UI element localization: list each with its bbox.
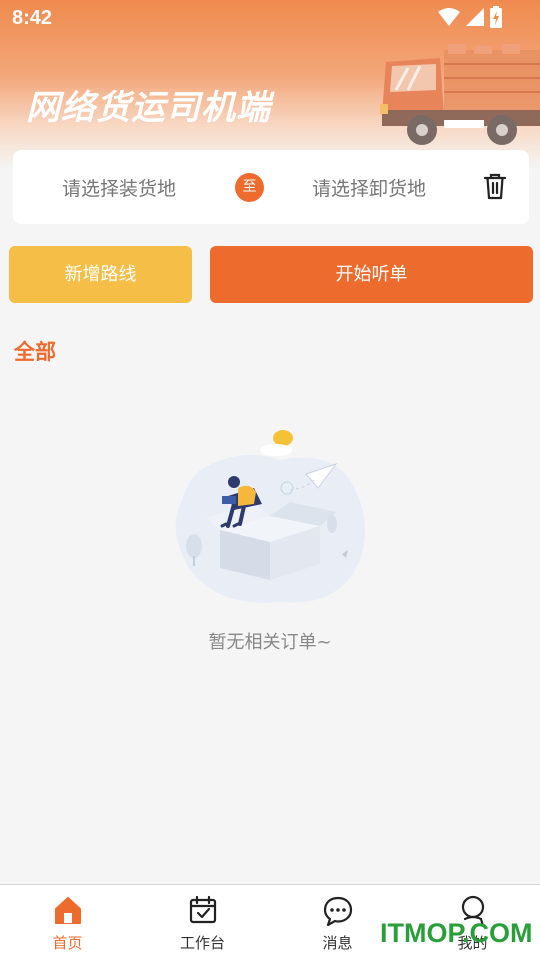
battery-icon	[490, 6, 502, 28]
nav-label-workbench: 工作台	[179, 934, 225, 952]
nav-item-workbench[interactable]: 工作台	[135, 885, 270, 960]
route-separator: 至	[235, 173, 264, 202]
wifi-icon	[438, 8, 460, 26]
truck-illustration	[380, 44, 540, 145]
empty-state-text: 暂无相关订单~	[208, 632, 332, 653]
trash-icon[interactable]	[483, 172, 507, 200]
cell-signal-icon	[466, 8, 484, 26]
loading-location-select[interactable]: 请选择装货地	[62, 174, 176, 201]
add-route-button[interactable]: 新增路线	[9, 246, 192, 303]
unloading-location-select[interactable]: 请选择卸货地	[312, 174, 426, 201]
watermark: ITMOP.COM	[380, 918, 533, 948]
calendar-check-icon	[189, 895, 216, 924]
status-icons	[438, 6, 502, 28]
empty-box-illustration	[175, 430, 366, 603]
nav-label-home: 首页	[52, 934, 83, 952]
start-listening-button[interactable]: 开始听单	[210, 246, 533, 303]
status-bar: 8:42	[0, 0, 540, 36]
status-time: 8:42	[12, 7, 53, 29]
app-title: 网络货运司机端	[26, 88, 271, 128]
route-selector-card: 请选择装货地 至 请选择卸货地	[13, 150, 529, 224]
home-icon	[54, 897, 81, 924]
chat-bubble-icon	[323, 896, 352, 927]
nav-item-home[interactable]: 首页	[0, 885, 135, 960]
section-title: 全部	[14, 340, 56, 364]
